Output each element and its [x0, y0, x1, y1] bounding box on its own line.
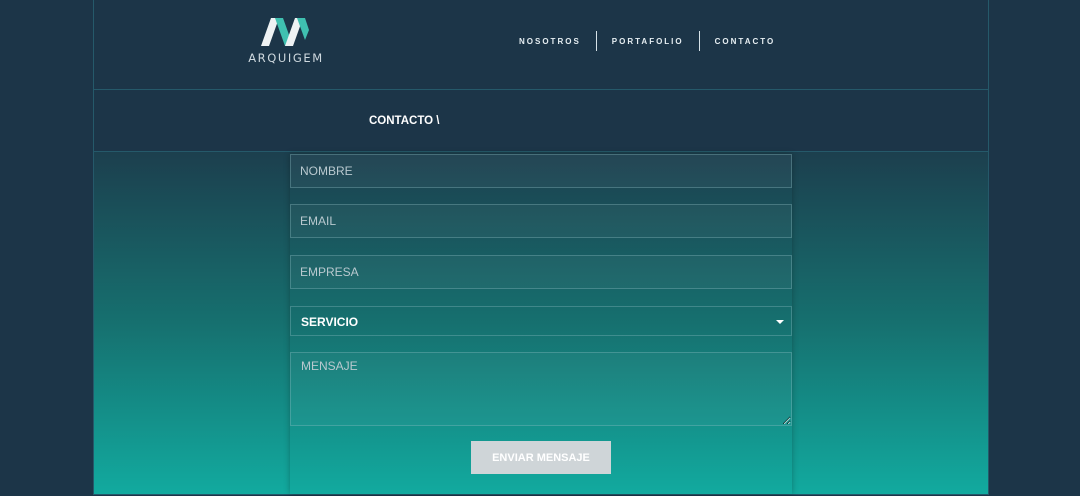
message-textarea[interactable] — [290, 352, 792, 426]
arquigem-logo-icon — [261, 18, 309, 46]
caret-down-icon — [776, 320, 784, 324]
service-select[interactable]: SERVICIO — [290, 306, 792, 336]
site-header: ARQUIGEM NOSOTROS PORTAFOLIO CONTACTO — [94, 0, 988, 90]
brand-name: ARQUIGEM — [248, 51, 324, 65]
send-message-button[interactable]: ENVIAR MENSAJE — [471, 441, 611, 474]
breadcrumb-bar: CONTACTO \ — [94, 90, 988, 152]
email-input[interactable] — [290, 204, 792, 238]
contact-form: SERVICIO ENVIAR MENSAJE — [290, 154, 792, 494]
main-nav: NOSOTROS PORTAFOLIO CONTACTO — [504, 31, 790, 51]
breadcrumb: CONTACTO \ — [369, 115, 440, 127]
page-frame: ARQUIGEM NOSOTROS PORTAFOLIO CONTACTO CO… — [93, 0, 989, 495]
service-select-value: SERVICIO — [301, 315, 359, 329]
company-input[interactable] — [290, 255, 792, 289]
brand-logo[interactable]: ARQUIGEM — [244, 18, 328, 66]
name-input[interactable] — [290, 154, 792, 188]
nav-item-nosotros[interactable]: NOSOTROS — [504, 37, 596, 46]
contact-section: SERVICIO ENVIAR MENSAJE — [94, 152, 988, 494]
nav-item-portafolio[interactable]: PORTAFOLIO — [597, 37, 699, 46]
nav-item-contacto[interactable]: CONTACTO — [700, 37, 791, 46]
